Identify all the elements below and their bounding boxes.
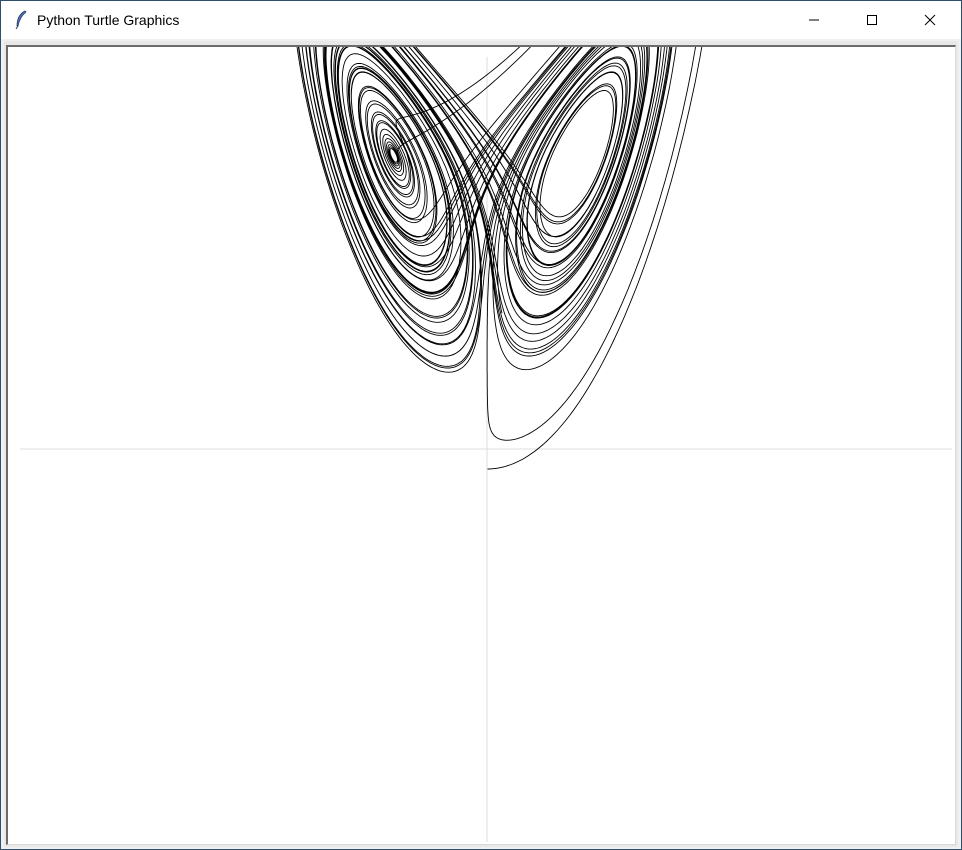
turtle-canvas[interactable] — [6, 45, 956, 845]
minimize-icon — [808, 14, 820, 26]
feather-icon — [13, 10, 29, 30]
close-icon — [924, 14, 936, 26]
lorenz-attractor-drawing — [20, 47, 952, 842]
lorenz-attractor-path — [296, 47, 703, 470]
title-bar[interactable]: Python Turtle Graphics — [1, 1, 961, 39]
maximize-button[interactable] — [849, 1, 895, 39]
maximize-icon — [866, 14, 878, 26]
minimize-button[interactable] — [791, 1, 837, 39]
turtle-window: Python Turtle Graphics — [0, 0, 962, 850]
window-title: Python Turtle Graphics — [37, 12, 180, 28]
close-button[interactable] — [907, 1, 953, 39]
